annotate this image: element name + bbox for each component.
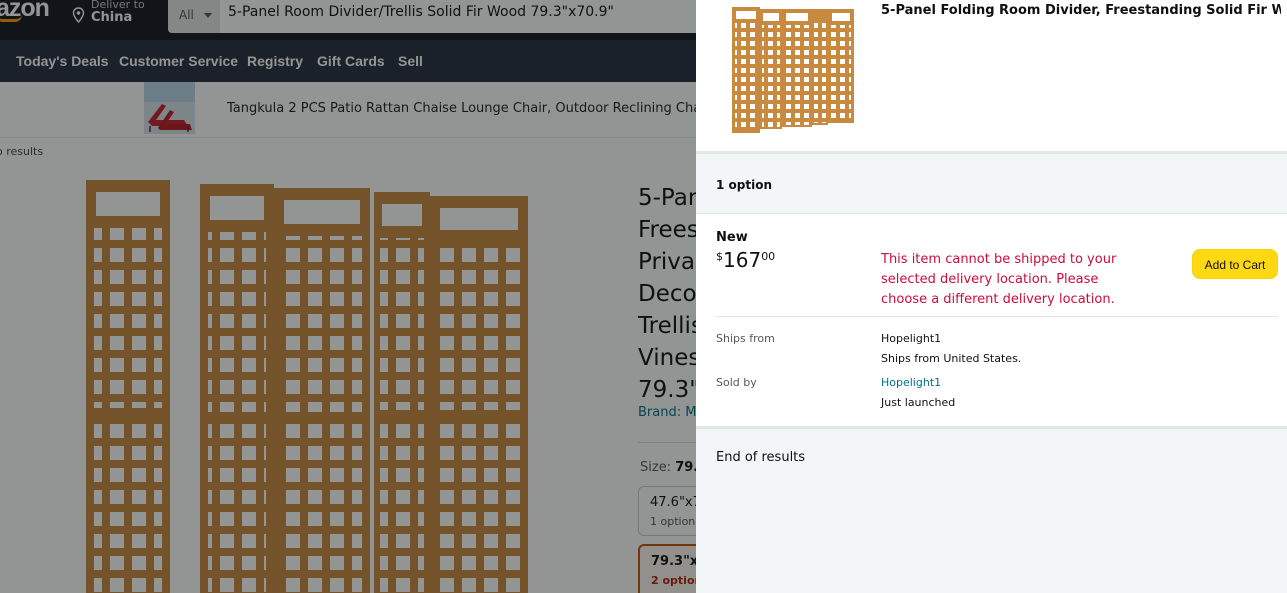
offers-side-panel: 5-Panel Folding Room Divider, Freestandi… — [696, 0, 1287, 593]
seller-note: Just launched — [881, 396, 956, 409]
offer-condition: New — [716, 230, 748, 245]
seller-link[interactable]: Hopelight1 — [881, 376, 941, 389]
offer-card: New $16700 This item cannot be shipped t… — [696, 213, 1287, 429]
price-whole: 167 — [723, 248, 762, 272]
end-of-results: End of results — [716, 450, 806, 465]
panel-product-title[interactable]: 5-Panel Folding Room Divider, Freestandi… — [881, 3, 1281, 18]
sold-by-label: Sold by — [716, 376, 757, 389]
divider — [716, 316, 1278, 317]
panel-product-image — [732, 7, 854, 133]
ships-from-label: Ships from — [716, 332, 775, 345]
price-symbol: $ — [716, 250, 723, 263]
panel-header: 5-Panel Folding Room Divider, Freestandi… — [696, 0, 1287, 154]
add-to-cart-button[interactable]: Add to Cart — [1192, 249, 1278, 279]
shipping-warning: This item cannot be shipped to your sele… — [881, 252, 1117, 307]
price-fraction: 00 — [761, 250, 776, 263]
ships-from-note: Ships from United States. — [881, 352, 1022, 365]
options-count: 1 option — [716, 178, 772, 192]
offer-price: $16700 — [716, 248, 775, 272]
ships-from-value: Hopelight1 — [881, 332, 942, 345]
